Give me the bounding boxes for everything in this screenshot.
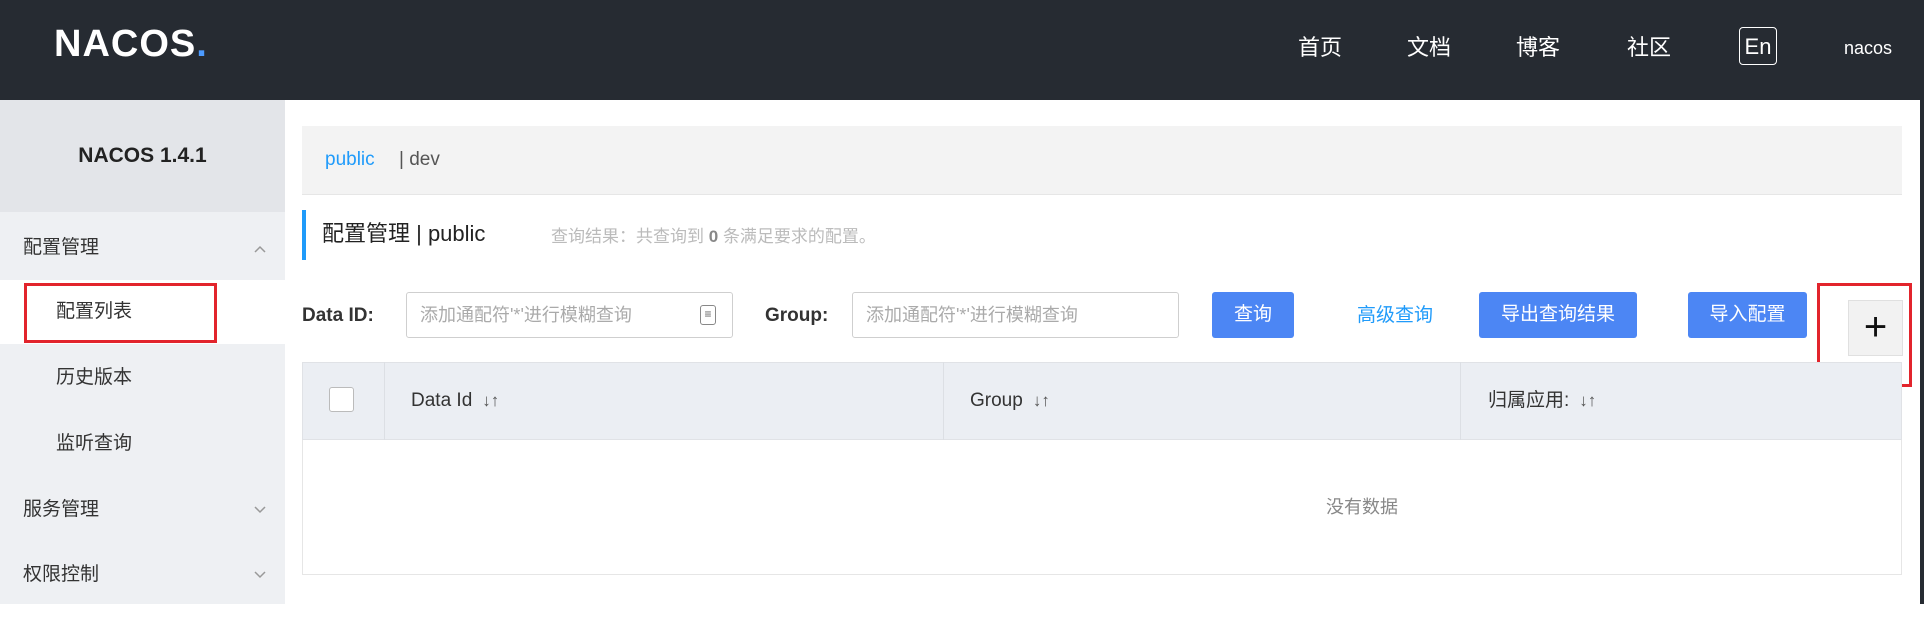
sidebar-group-label: 配置管理 [23,237,100,258]
sidebar-item-history[interactable]: 历史版本 [0,346,285,410]
window-edge [1920,0,1924,604]
select-all-checkbox[interactable] [329,387,354,412]
group-label: Group: [765,305,829,326]
sidebar-item-label: 历史版本 [56,367,133,388]
page-title: 配置管理 | public [322,221,486,246]
dataid-search-input[interactable]: 添加通配符'*'进行模糊查询 [406,292,733,338]
namespace-bar: public | dev [302,126,1902,195]
empty-state-text: 没有数据 [1326,497,1398,517]
sidebar-group-label: 权限控制 [23,564,100,585]
sort-icon[interactable]: ↓↑ [1033,391,1050,410]
nav-home[interactable]: 首页 [1298,28,1342,68]
column-header-group[interactable]: Group ↓↑ [970,362,1050,440]
namespace-public[interactable]: public [325,126,375,194]
nacos-logo[interactable]: NACOS. [54,24,208,64]
sidebar-group-label: 服务管理 [23,499,100,520]
logo-dot: . [196,23,208,65]
sidebar-item-label: 监听查询 [56,433,133,454]
query-result-hint: 查询结果：共查询到 0 条满足要求的配置。 [551,224,876,250]
sidebar-group-auth[interactable]: 权限控制 [0,543,285,607]
column-divider [1460,362,1461,440]
group-search-input[interactable]: 添加通配符'*'进行模糊查询 [852,292,1179,338]
query-button[interactable]: 查询 [1212,292,1294,338]
nav-docs[interactable]: 文档 [1407,28,1451,68]
title-accent-bar [302,210,306,260]
top-navbar: NACOS. 首页 文档 博客 社区 En nacos [0,0,1924,100]
version-label: NACOS 1.4.1 [0,100,285,212]
nav-community[interactable]: 社区 [1627,28,1671,68]
sidebar-group-config[interactable]: 配置管理 [0,216,285,280]
nav-blog[interactable]: 博客 [1516,28,1560,68]
sort-icon[interactable]: ↓↑ [482,391,499,410]
chevron-down-icon [253,543,267,635]
dataid-label: Data ID: [302,305,374,326]
user-menu[interactable]: nacos [1844,28,1892,68]
namespace-dev[interactable]: | dev [399,126,440,194]
hint-suffix: 条满足要求的配置。 [722,227,876,246]
highlight-box-config-list [24,283,217,343]
table-header [302,362,1902,440]
column-header-app[interactable]: 归属应用: ↓↑ [1488,362,1596,440]
sidebar-group-service[interactable]: 服务管理 [0,478,285,542]
advanced-query-link[interactable]: 高级查询 [1357,298,1433,334]
sidebar-item-listener[interactable]: 监听查询 [0,412,285,476]
column-header-dataid[interactable]: Data Id ↓↑ [411,362,499,440]
logo-text: NACOS [54,23,197,65]
column-label: Data Id [411,390,473,411]
input-clipboard-icon[interactable]: ≡ [700,305,716,325]
table-body [302,440,1902,575]
column-divider [384,362,385,440]
column-label: Group [970,390,1023,411]
sort-icon[interactable]: ↓↑ [1579,391,1596,410]
import-config-button[interactable]: 导入配置 [1688,292,1807,338]
column-label: 归属应用: [1488,390,1570,411]
hint-count: 0 [708,227,719,246]
column-divider [943,362,944,440]
export-results-button[interactable]: 导出查询结果 [1479,292,1637,338]
language-toggle[interactable]: En [1739,27,1777,65]
hint-prefix: 查询结果：共查询到 [551,227,704,246]
